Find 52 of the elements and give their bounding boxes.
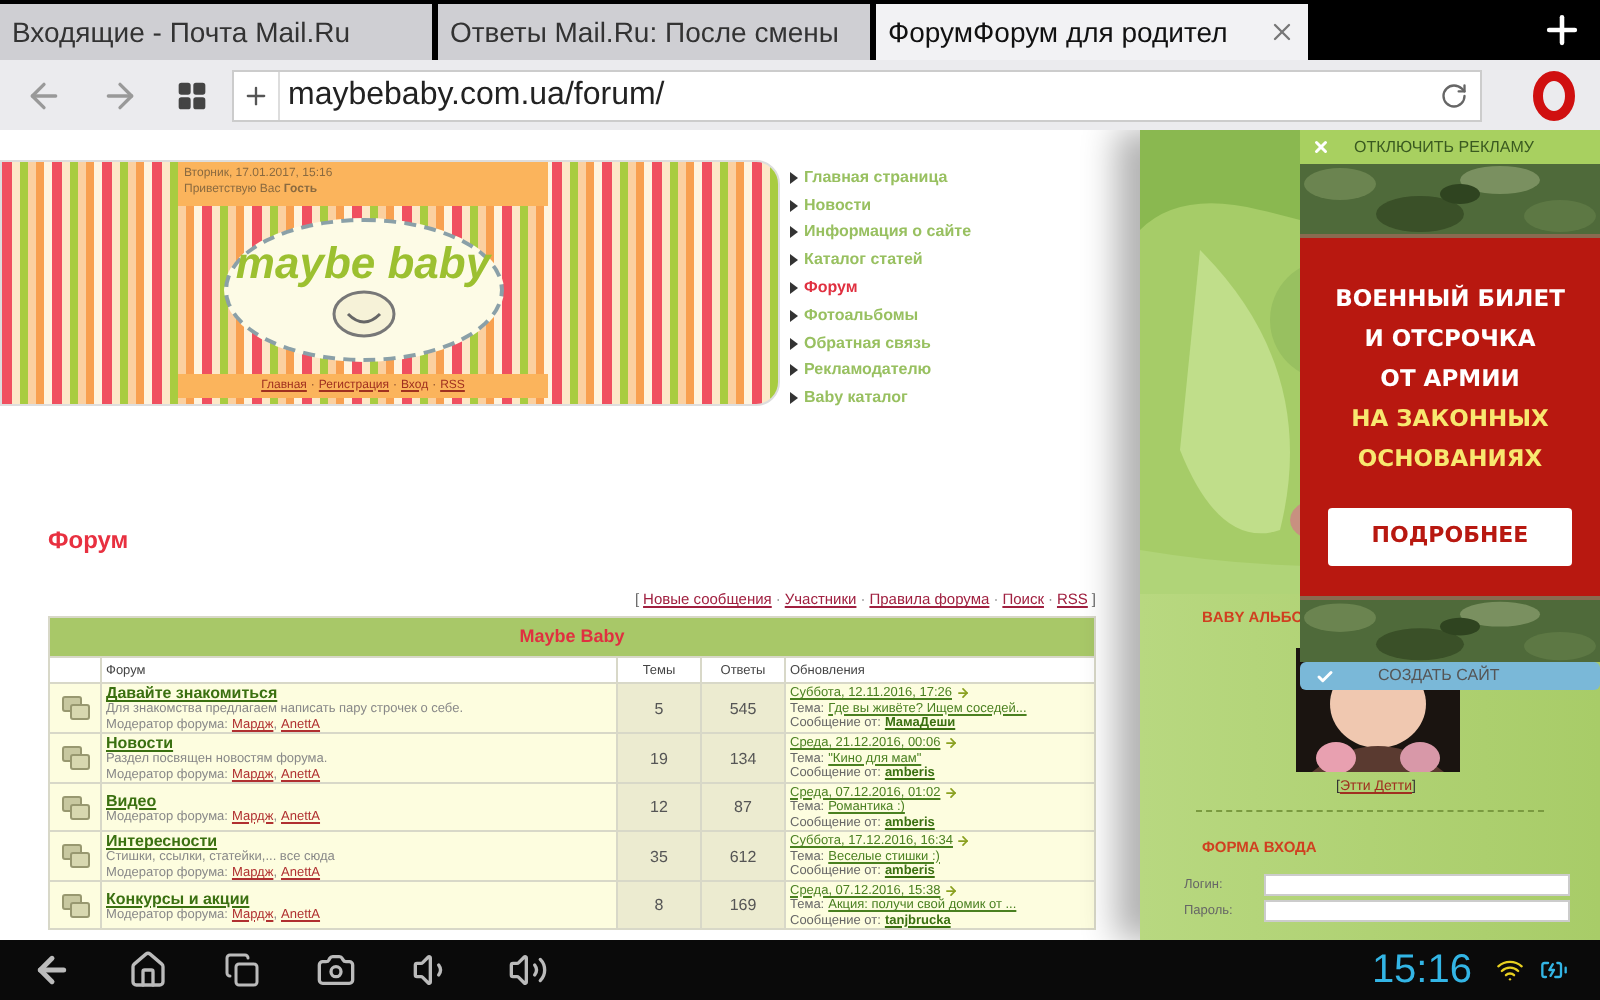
- arrow-icon[interactable]: [944, 736, 959, 751]
- forum-icon: [61, 844, 89, 869]
- replies-count: 134: [701, 733, 785, 784]
- forum-icon: [61, 893, 89, 918]
- table-title: Maybe Baby: [49, 617, 1095, 658]
- volume-up-icon[interactable]: [508, 950, 548, 990]
- close-icon[interactable]: [1268, 18, 1296, 46]
- smiley-icon: [329, 286, 397, 338]
- arrow-icon[interactable]: [956, 686, 970, 701]
- topics-count: 5: [617, 683, 701, 734]
- opera-logo-icon[interactable]: [1532, 69, 1576, 121]
- topics-count: 35: [617, 831, 701, 882]
- create-site-bar[interactable]: СОЗДАТЬ САЙТ: [1300, 662, 1600, 690]
- replies-count: 612: [701, 831, 785, 882]
- camera-icon[interactable]: [316, 950, 356, 990]
- clock-text: 15:16: [1371, 946, 1472, 996]
- reload-icon[interactable]: [1440, 81, 1468, 109]
- home-icon[interactable]: [128, 950, 168, 990]
- browser-tab[interactable]: Входящие - Почта Mail.Ru: [0, 4, 432, 60]
- topics-count: 12: [617, 783, 701, 832]
- forum-title-link[interactable]: Интересности: [106, 832, 218, 851]
- logo: maybe baby: [223, 218, 503, 362]
- grid-icon[interactable]: [176, 79, 208, 111]
- forum-title-link[interactable]: Конкурсы и акции: [106, 889, 250, 908]
- nav-link[interactable]: Форум: [790, 274, 972, 302]
- battery-icon: [1540, 956, 1568, 984]
- address-field[interactable]: maybebaby.com.ua/forum/: [232, 69, 1482, 121]
- replies-count: 545: [701, 683, 785, 734]
- arrow-icon[interactable]: [944, 785, 959, 800]
- forum-title-link[interactable]: Новости: [106, 734, 174, 753]
- arrow-icon[interactable]: [956, 834, 971, 849]
- replies-count: 87: [701, 783, 785, 832]
- topics-count: 8: [617, 881, 701, 930]
- back-icon[interactable]: [32, 950, 72, 990]
- plus-icon[interactable]: [242, 81, 270, 109]
- page-heading: Форум: [48, 524, 129, 559]
- forum-title-link[interactable]: Давайте знакомиться: [106, 684, 278, 703]
- password-field[interactable]: [1264, 900, 1570, 922]
- forum-icon: [61, 746, 89, 771]
- forum-icon: [61, 696, 89, 721]
- check-icon: [1316, 667, 1334, 685]
- topics-count: 19: [617, 733, 701, 784]
- forum-title-link[interactable]: Видео: [106, 791, 157, 810]
- url-text: maybebaby.com.ua/forum/: [288, 75, 667, 115]
- browser-tab[interactable]: ФорумФорум для родител: [876, 4, 1308, 60]
- login-field[interactable]: [1264, 874, 1570, 896]
- browser-tab[interactable]: Ответы Mail.Ru: После смены: [438, 4, 870, 60]
- wifi-icon: [1496, 956, 1524, 984]
- recent-apps-icon[interactable]: [224, 952, 260, 988]
- arrow-icon[interactable]: [944, 883, 959, 898]
- forum-icon: [61, 795, 89, 820]
- replies-count: 169: [701, 881, 785, 930]
